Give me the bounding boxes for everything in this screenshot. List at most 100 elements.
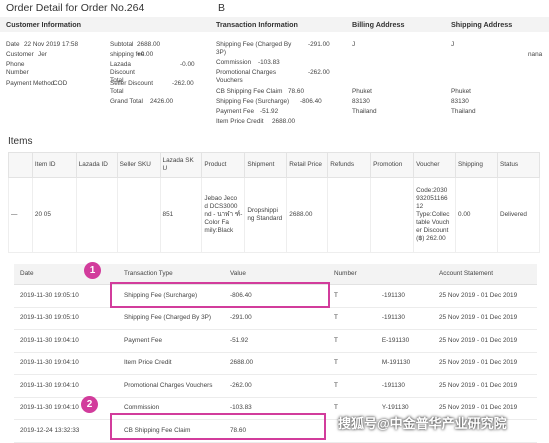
customer-info-heading: Customer Information — [6, 20, 82, 29]
items-header-row: Item ID Lazada ID Seller SKU Lazada SK U… — [8, 152, 541, 178]
items-col-header: Seller SKU — [116, 152, 161, 178]
voucher-cell: Code:2030 932051166 12 Type:Collec table… — [413, 177, 457, 253]
lazada-sku-cell: 851 — [159, 177, 203, 253]
tr-value-6: 2688.00 — [272, 118, 296, 125]
tx-number: T E-191130 — [328, 329, 433, 353]
tx-type: Promotional Charges Vouchers — [118, 374, 224, 398]
billing-line-j: J — [352, 41, 356, 48]
refunds-cell — [327, 177, 372, 253]
highlight-box-surcharge — [110, 282, 330, 308]
items-col-header: Lazada SK U — [159, 152, 203, 178]
annotation-badge-2: 2 — [81, 396, 98, 413]
tr-value-2: -262.00 — [308, 69, 330, 76]
row-dash: — — [8, 177, 33, 253]
watermark-text: 搜狐号@中金普华产业研究院 — [338, 416, 507, 431]
items-col-header: Retail Price — [286, 152, 329, 178]
shipping-fee-value: +0.00 — [137, 51, 154, 58]
tx-number-a: T — [334, 404, 338, 412]
tx-value: -51.92 — [224, 329, 328, 353]
items-col-header: Product — [201, 152, 246, 178]
tx-col-date: Date — [14, 264, 118, 285]
shipping-zip: 83130 — [451, 98, 469, 105]
billing-city: Phuket — [352, 88, 372, 95]
phone-label: Phone Number — [6, 61, 29, 76]
tr-label-3: CB Shipping Fee Claim — [216, 88, 283, 95]
items-col-select — [8, 152, 33, 178]
tr-label-6: Item Price Credit — [216, 118, 264, 125]
tr-value-0: -291.00 — [308, 41, 330, 48]
items-col-header: Lazada ID — [75, 152, 118, 178]
tx-col-number: Number — [328, 264, 433, 285]
tx-value: -291.00 — [224, 307, 328, 330]
tx-number-b: -191130 — [381, 291, 405, 299]
tr-label-4: Shipping Fee (Surcharge) — [216, 98, 290, 105]
date-label: Date — [6, 41, 20, 48]
tx-number-b: E-191130 — [381, 336, 410, 344]
tx-date: 2019-11-30 19:04:10 — [14, 329, 118, 353]
tx-row: 2019-11-30 19:04:10 Payment Fee -51.92 T… — [14, 329, 537, 353]
tx-date: 2019-11-30 19:04:10 — [14, 397, 118, 420]
billing-zip: 83130 — [352, 98, 370, 105]
tr-label-2: Promotional Charges Vouchers — [216, 69, 277, 84]
date-value: 22 Nov 2019 17:58 — [24, 41, 79, 48]
shipping-cell: 0.00 — [455, 177, 498, 253]
tx-date: 2019-11-30 19:04:10 — [14, 352, 118, 375]
tx-statement: 25 Nov 2019 - 01 Dec 2019 — [433, 307, 537, 330]
items-col-header: Shipment — [244, 152, 288, 178]
tx-type: Item Price Credit — [118, 352, 224, 375]
subtotal-value: 2688.00 — [137, 41, 161, 48]
tx-date: 2019-12-24 13:32:33 — [14, 419, 118, 443]
status-cell: Delivered — [496, 177, 541, 253]
tx-statement: 25 Nov 2019 - 01 Dec 2019 — [433, 284, 537, 308]
item-id-cell: 20 05 — [31, 177, 77, 253]
seller-discount-label: Seller Discount Total — [110, 80, 153, 95]
tx-statement: 25 Nov 2019 - 01 Dec 2019 — [433, 329, 537, 353]
tx-number: T M-191130 — [328, 352, 433, 375]
tx-number: T -191130 — [328, 284, 433, 308]
tx-number-a: T — [334, 291, 338, 299]
tx-value: 2688.00 — [224, 352, 328, 375]
tr-label-1: Commission — [216, 59, 252, 66]
tx-number-b: -191130 — [381, 381, 405, 389]
shipping-line-j: J — [451, 41, 455, 48]
items-col-header: Refunds — [327, 152, 372, 178]
tr-value-5: -51.92 — [260, 108, 279, 115]
customer-label: Customer — [6, 51, 34, 58]
grand-total-value: 2426.00 — [150, 98, 174, 105]
payment-value: COD — [53, 80, 68, 87]
tx-row: 2019-11-30 19:04:10 Promotional Charges … — [14, 374, 537, 398]
tr-value-3: 78.60 — [288, 88, 304, 95]
tx-row: 2019-11-30 19:04:10 Item Price Credit 26… — [14, 352, 537, 375]
items-row: — 20 05 851 Jebao Jeco d DCS3000 nd - นา… — [8, 177, 541, 253]
tx-number: T -191130 — [328, 374, 433, 398]
billing-country: Thailand — [352, 108, 377, 115]
tx-statement: 25 Nov 2019 - 01 Dec 2019 — [433, 374, 537, 398]
items-col-header: Item ID — [31, 152, 77, 178]
tx-date: 2019-11-30 19:04:10 — [14, 374, 118, 398]
shipping-line-ana: nana — [528, 51, 543, 58]
tx-date: 2019-11-30 19:05:10 — [14, 307, 118, 330]
tx-number-a: T — [334, 336, 338, 344]
tx-number-a: T — [334, 359, 338, 367]
tx-number-b: M-191130 — [381, 359, 411, 367]
retail-price-cell: 2688.00 — [286, 177, 329, 253]
items-heading: Items — [8, 136, 33, 147]
payment-label: Payment Method — [6, 80, 55, 87]
order-title: Order Detail for Order No.264 — [6, 2, 145, 14]
items-col-header: Promotion — [370, 152, 415, 178]
tx-number-b: Y-191130 — [381, 404, 409, 412]
product-cell: Jebao Jeco d DCS3000 nd - นาฬา ฑ์-Color … — [201, 177, 246, 253]
tx-date: 2019-11-30 19:05:10 — [14, 284, 118, 308]
customer-value: Jer — [38, 51, 47, 58]
tr-label-5: Payment Fee — [216, 108, 255, 115]
tx-value: -262.00 — [224, 374, 328, 398]
annotation-badge-1: 1 — [84, 262, 101, 279]
tx-type: Shipping Fee (Charged By 3P) — [118, 307, 224, 330]
tx-number: T -191130 — [328, 307, 433, 330]
grand-total-label: Grand Total — [110, 98, 143, 105]
lazada-id-cell — [75, 177, 118, 253]
page-title: Order Detail for Order No.264 B — [6, 2, 261, 15]
tx-type: Payment Fee — [118, 329, 224, 353]
items-table: Item ID Lazada ID Seller SKU Lazada SK U… — [8, 152, 541, 253]
subtotal-label: Subtotal — [110, 41, 134, 48]
